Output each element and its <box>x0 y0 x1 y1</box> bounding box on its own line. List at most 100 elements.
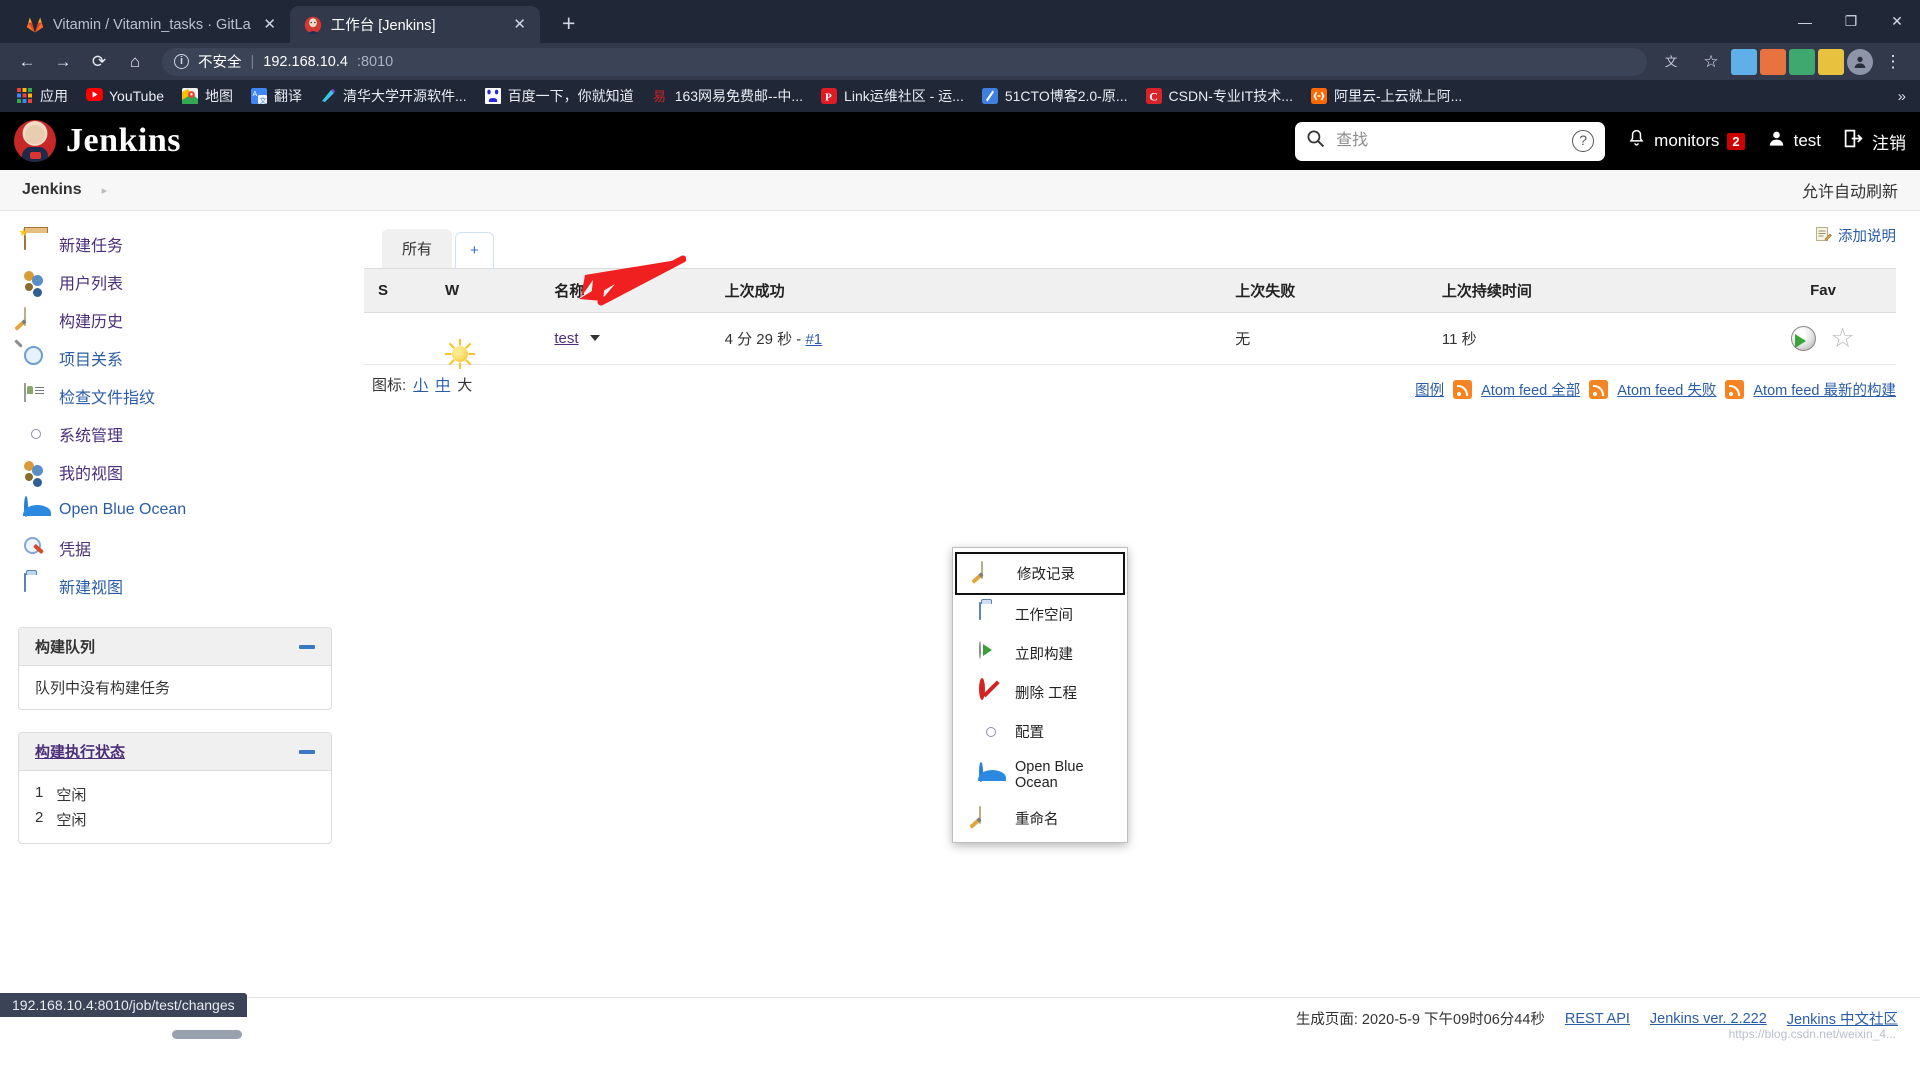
minimize-window-button[interactable]: — <box>1782 0 1828 43</box>
close-icon[interactable]: ✕ <box>510 15 530 35</box>
address-bar[interactable]: i 不安全 | 192.168.10.4 :8010 <box>162 48 1647 76</box>
executor-row[interactable]: 1 空闲 <box>35 782 315 807</box>
jenkins-community-link[interactable]: Jenkins 中文社区 <box>1787 1008 1898 1029</box>
rss-icon[interactable] <box>1725 380 1744 399</box>
chevron-right-icon[interactable]: ▸ <box>102 184 108 197</box>
context-menu-item-label: 工作空间 <box>1015 604 1073 625</box>
new-tab-button[interactable]: + <box>554 9 584 39</box>
context-menu-item-build-now[interactable]: 立即构建 <box>953 634 1127 673</box>
bookmark-baidu[interactable]: 百度一下，你就知道 <box>476 83 643 109</box>
bookmark-link-ops[interactable]: P Link运维社区 - 运... <box>812 83 973 109</box>
column-header-last-duration[interactable]: 上次持续时间 <box>1434 269 1750 313</box>
job-link-test[interactable]: test <box>554 330 578 347</box>
executor-number: 1 <box>35 784 43 805</box>
monitors-button[interactable]: monitors 2 <box>1627 128 1744 154</box>
atom-feed-all-link[interactable]: Atom feed 全部 <box>1481 379 1580 400</box>
star-outline-icon[interactable]: ☆ <box>1831 325 1855 352</box>
maximize-window-button[interactable]: ❐ <box>1828 0 1874 43</box>
minimize-icon[interactable] <box>299 750 315 754</box>
column-header-weather[interactable]: W <box>437 269 546 313</box>
build-executor-header[interactable]: 构建执行状态 <box>19 733 331 771</box>
sidebar-item-blue-ocean[interactable]: Open Blue Ocean <box>0 491 356 529</box>
ext-icon-1[interactable] <box>1731 49 1757 75</box>
logout-button[interactable]: 注销 <box>1843 128 1906 154</box>
atom-feed-failed-link[interactable]: Atom feed 失败 <box>1617 379 1716 400</box>
column-header-last-success[interactable]: 上次成功 <box>717 269 1228 313</box>
context-menu-item-changes[interactable]: 修改记录 <box>955 552 1125 595</box>
tab-all[interactable]: 所有 <box>382 229 452 268</box>
context-menu-item-workspace[interactable]: 工作空间 <box>953 595 1127 634</box>
sidebar-item-fingerprint[interactable]: 检查文件指纹 <box>0 377 356 415</box>
auto-refresh-link[interactable]: 允许自动刷新 <box>1802 178 1898 202</box>
jenkins-version-link[interactable]: Jenkins ver. 2.222 <box>1650 1011 1767 1027</box>
bookmarks-overflow-icon[interactable]: » <box>1892 88 1912 105</box>
monitors-label: monitors <box>1654 131 1719 151</box>
tab-add-view[interactable]: + <box>455 232 494 268</box>
sidebar-item-users[interactable]: 用户列表 <box>0 263 356 301</box>
search-input[interactable] <box>1334 131 1563 151</box>
browser-tab-jenkins[interactable]: 工作台 [Jenkins] ✕ <box>290 6 540 43</box>
bookmark-tuna[interactable]: 清华大学开源软件... <box>311 83 476 109</box>
context-menu-item-rename[interactable]: 重命名 <box>953 799 1127 838</box>
close-window-button[interactable]: ✕ <box>1874 0 1920 43</box>
context-menu-item-delete-project[interactable]: 删除 工程 <box>953 673 1127 712</box>
bookmark-maps[interactable]: 地图 <box>173 83 242 109</box>
horizontal-scrollbar[interactable] <box>172 1030 242 1039</box>
bookmark-star-icon[interactable]: ☆ <box>1694 47 1728 77</box>
column-header-fav[interactable]: Fav <box>1750 269 1896 313</box>
minimize-icon[interactable] <box>299 645 315 649</box>
column-header-last-failure[interactable]: 上次失败 <box>1227 269 1434 313</box>
bookmark-youtube[interactable]: YouTube <box>77 85 173 108</box>
column-header-status[interactable]: S <box>364 269 437 313</box>
icon-size-large[interactable]: 大 <box>457 374 472 395</box>
chrome-menu-icon[interactable]: ⋮ <box>1876 47 1910 77</box>
omnibox-port: :8010 <box>357 54 393 70</box>
translate-ext-icon[interactable]: 文 <box>1657 47 1691 77</box>
browser-tab-gitlab[interactable]: Vitamin / Vitamin_tasks · GitLa ✕ <box>12 6 290 43</box>
bookmark-aliyun[interactable]: 阿里云-上云就上阿... <box>1302 83 1471 109</box>
last-success-build-link[interactable]: #1 <box>805 331 822 348</box>
sidebar-item-credentials[interactable]: 凭据 <box>0 529 356 567</box>
ext-icon-4[interactable] <box>1818 49 1844 75</box>
rss-icon[interactable] <box>1453 380 1472 399</box>
bookmark-translate[interactable]: A 文 翻译 <box>242 83 311 109</box>
user-menu[interactable]: test <box>1767 129 1821 153</box>
profile-avatar[interactable] <box>1847 49 1873 75</box>
bookmark-51cto[interactable]: 51CTO博客2.0-原... <box>973 83 1137 109</box>
help-circle-icon[interactable]: ? <box>1572 130 1594 152</box>
forward-icon[interactable]: → <box>46 47 80 77</box>
home-icon[interactable]: ⌂ <box>118 47 152 77</box>
jenkins-logo[interactable]: Jenkins <box>14 120 181 162</box>
legend-link[interactable]: 图例 <box>1415 379 1444 400</box>
bookmark-csdn[interactable]: C CSDN-专业IT技术... <box>1137 83 1302 109</box>
search-icon <box>1306 129 1325 153</box>
ext-icon-3[interactable] <box>1789 49 1815 75</box>
context-menu-item-configure[interactable]: 配置 <box>953 712 1127 751</box>
close-icon[interactable]: ✕ <box>260 15 280 35</box>
jenkins-wordmark: Jenkins <box>66 122 181 160</box>
bookmark-apps[interactable]: 应用 <box>8 83 77 109</box>
bookmark-netease-mail[interactable]: 易 163网易免费邮--中... <box>643 83 812 109</box>
atom-feed-latest-link[interactable]: Atom feed 最新的构建 <box>1753 379 1896 400</box>
breadcrumb-root[interactable]: Jenkins <box>22 181 82 199</box>
sidebar-item-build-history[interactable]: 构建历史 <box>0 301 356 339</box>
reload-icon[interactable]: ⟳ <box>82 47 116 77</box>
rest-api-link[interactable]: REST API <box>1565 1011 1630 1027</box>
back-icon[interactable]: ← <box>10 47 44 77</box>
sidebar-item-project-relationship[interactable]: 项目关系 <box>0 339 356 377</box>
info-circle-icon[interactable]: i <box>174 54 189 69</box>
schedule-build-icon[interactable] <box>1791 326 1816 351</box>
executor-row[interactable]: 2 空闲 <box>35 807 315 832</box>
sidebar-item-new-view[interactable]: 新建视图 <box>0 567 356 605</box>
icon-size-medium[interactable]: 中 <box>435 374 450 395</box>
icon-size-small[interactable]: 小 <box>413 374 428 395</box>
rss-icon[interactable] <box>1589 380 1608 399</box>
sidebar-item-new-job[interactable]: 新建任务 <box>0 225 356 263</box>
context-menu-item-blue-ocean[interactable]: Open Blue Ocean <box>953 751 1127 799</box>
chevron-down-icon[interactable] <box>590 335 600 341</box>
add-description-link[interactable]: 添加说明 <box>1816 225 1896 246</box>
ext-icon-2[interactable] <box>1760 49 1786 75</box>
search-box[interactable]: ? <box>1295 122 1605 161</box>
sidebar-item-manage-jenkins[interactable]: 系统管理 <box>0 415 356 453</box>
sidebar-item-my-views[interactable]: 我的视图 <box>0 453 356 491</box>
